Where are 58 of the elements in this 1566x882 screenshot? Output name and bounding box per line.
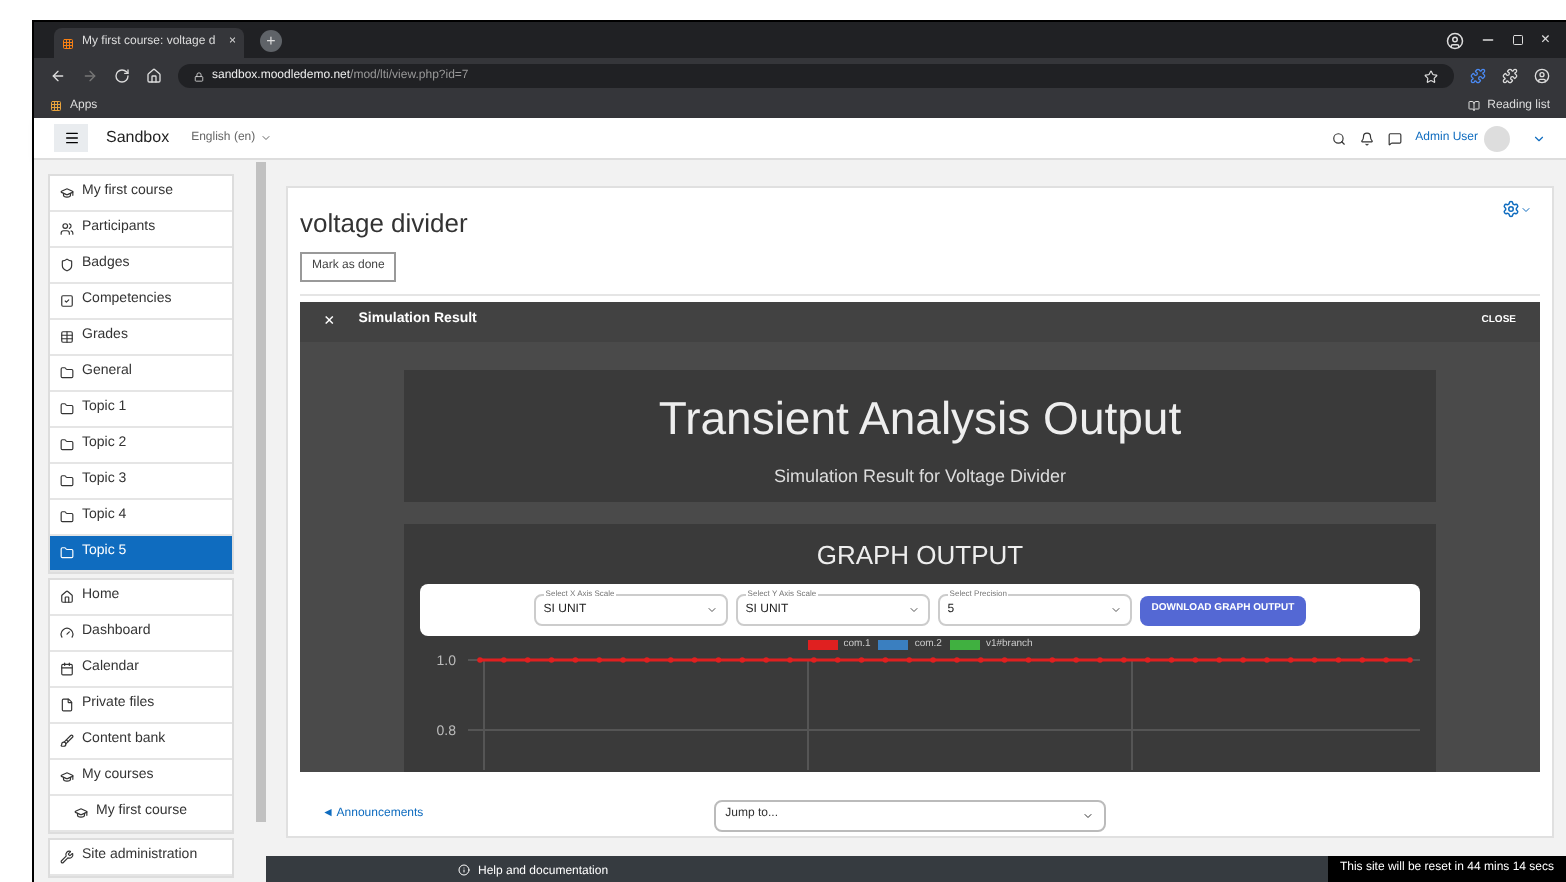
- nav-icon: [74, 806, 88, 820]
- page-title: voltage divider: [300, 206, 468, 242]
- nav-icon: [60, 662, 74, 676]
- nav-icon: [60, 734, 74, 748]
- reload-icon[interactable]: [114, 68, 130, 84]
- star-icon[interactable]: [1424, 69, 1438, 83]
- folder-icon: [60, 402, 74, 416]
- back-icon[interactable]: [50, 68, 66, 84]
- lock-icon: [194, 71, 204, 81]
- menu-button[interactable]: [54, 124, 88, 152]
- info-icon: [458, 863, 470, 875]
- extension-icon[interactable]: [1470, 68, 1486, 84]
- nav-icon: [60, 590, 74, 604]
- caret-icon: [907, 604, 920, 616]
- forward-icon[interactable]: [82, 68, 98, 84]
- nav-icon: [60, 330, 74, 344]
- caret-icon[interactable]: [1532, 131, 1546, 145]
- settings-menu[interactable]: [1502, 200, 1532, 218]
- home-icon[interactable]: [146, 68, 162, 84]
- nav-icon: [60, 258, 74, 272]
- graph-title: GRAPH OUTPUT: [816, 537, 1024, 573]
- site-icon: [62, 37, 74, 49]
- caret-icon: [705, 604, 718, 616]
- close-icon[interactable]: ×: [1540, 28, 1550, 52]
- legend-swatch: [878, 640, 909, 651]
- nav-icon: [60, 626, 74, 640]
- nav-icon: [60, 186, 74, 200]
- caret-icon: [1081, 809, 1094, 821]
- nav-icon: [60, 294, 74, 308]
- menu-icon: [63, 130, 79, 146]
- folder-icon: [60, 438, 74, 452]
- site-name[interactable]: Sandbox: [106, 126, 170, 150]
- close-symbol[interactable]: ×: [324, 307, 335, 335]
- output-heading: Transient Analysis Output: [658, 389, 1182, 448]
- book-icon: [1467, 100, 1480, 112]
- maximize-icon[interactable]: [1512, 34, 1525, 46]
- nav-icon: [60, 850, 74, 864]
- caret-icon: [259, 132, 272, 144]
- output-subheading: Simulation Result for Voltage Divider: [773, 464, 1067, 490]
- new-tab-button[interactable]: +: [260, 29, 282, 51]
- nav-icon: [60, 222, 74, 236]
- profile-icon[interactable]: [1446, 31, 1465, 49]
- caret-icon: [1520, 203, 1532, 215]
- avatar-icon[interactable]: [1534, 68, 1550, 84]
- folder-icon: [60, 546, 74, 560]
- folder-icon: [60, 510, 74, 524]
- search-icon[interactable]: [1331, 131, 1346, 145]
- bell-icon[interactable]: [1359, 131, 1374, 145]
- folder-icon: [60, 366, 74, 380]
- nav-icon: [60, 698, 74, 712]
- nav-icon: [60, 770, 74, 784]
- gear-icon: [1502, 200, 1520, 218]
- chat-icon[interactable]: [1387, 131, 1402, 145]
- caret-icon: [1109, 604, 1122, 616]
- apps-icon: [50, 100, 62, 112]
- folder-icon: [60, 474, 74, 488]
- legend-swatch: [949, 640, 980, 651]
- legend-swatch: [807, 640, 838, 651]
